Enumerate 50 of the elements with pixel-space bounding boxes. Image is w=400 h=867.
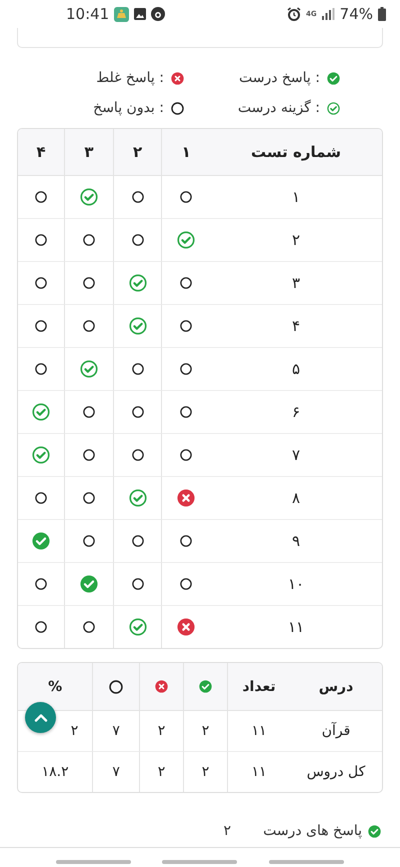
column-header: ۳ [84, 143, 94, 161]
table-cell: ۲ [202, 764, 210, 780]
clock: 10:41 [66, 5, 110, 23]
app-icon [114, 6, 130, 22]
app-badge-icon [151, 7, 166, 21]
test-number: ۸ [292, 489, 300, 507]
test-number: ۶ [292, 403, 300, 421]
nav-handle[interactable] [162, 860, 238, 864]
table-cell: ۷ [112, 723, 120, 739]
column-header: درس [318, 678, 354, 694]
image-icon [134, 8, 146, 20]
column-header: ۱ [182, 143, 191, 161]
stat-value: ۲ [223, 823, 231, 839]
legend-label: : پاسخ غلط [96, 70, 164, 86]
column-header: تعداد [242, 678, 276, 694]
table-cell: ۷ [112, 764, 120, 780]
chevron-up-icon [34, 713, 48, 722]
legend-label: : پاسخ درست [238, 70, 320, 86]
table-cell: ۱۱ [251, 764, 267, 780]
table-cell: ۱۸.۲ [42, 764, 69, 780]
battery-icon [378, 7, 386, 21]
legend-label: : گزینه درست [238, 100, 320, 116]
table-cell: ۲ [158, 723, 166, 739]
column-header: ۴ [36, 143, 46, 161]
test-number: ۱ [292, 188, 300, 206]
scroll-top-button[interactable] [25, 702, 56, 733]
table-cell: ۲ [70, 723, 78, 739]
table-cell: ۱۱ [251, 723, 267, 739]
test-number: ۷ [292, 446, 300, 464]
battery-level: 74% [340, 5, 373, 23]
column-header: شماره تست [251, 143, 341, 161]
column-header: % [48, 678, 62, 694]
test-number: ۲ [292, 231, 300, 249]
table-cell: قرآن [322, 723, 350, 739]
table-cell: کل دروس [306, 764, 366, 780]
table-cell: ۲ [202, 723, 210, 739]
test-number: ۱۰ [288, 575, 304, 593]
stat-label: پاسخ های درست [263, 823, 362, 839]
test-number: ۹ [292, 532, 300, 550]
legend-label: : بدون پاسخ [93, 100, 164, 116]
alarm-icon [287, 7, 302, 21]
column-header: ۲ [132, 143, 142, 161]
nav-handle[interactable] [56, 860, 131, 864]
table-cell: ۲ [158, 764, 166, 780]
test-number: ۳ [292, 274, 300, 292]
test-number: ۱۱ [288, 618, 304, 636]
signal-icon [322, 8, 335, 20]
nav-handle[interactable] [269, 860, 344, 864]
test-number: ۵ [292, 360, 300, 378]
test-number: ۴ [292, 317, 300, 335]
